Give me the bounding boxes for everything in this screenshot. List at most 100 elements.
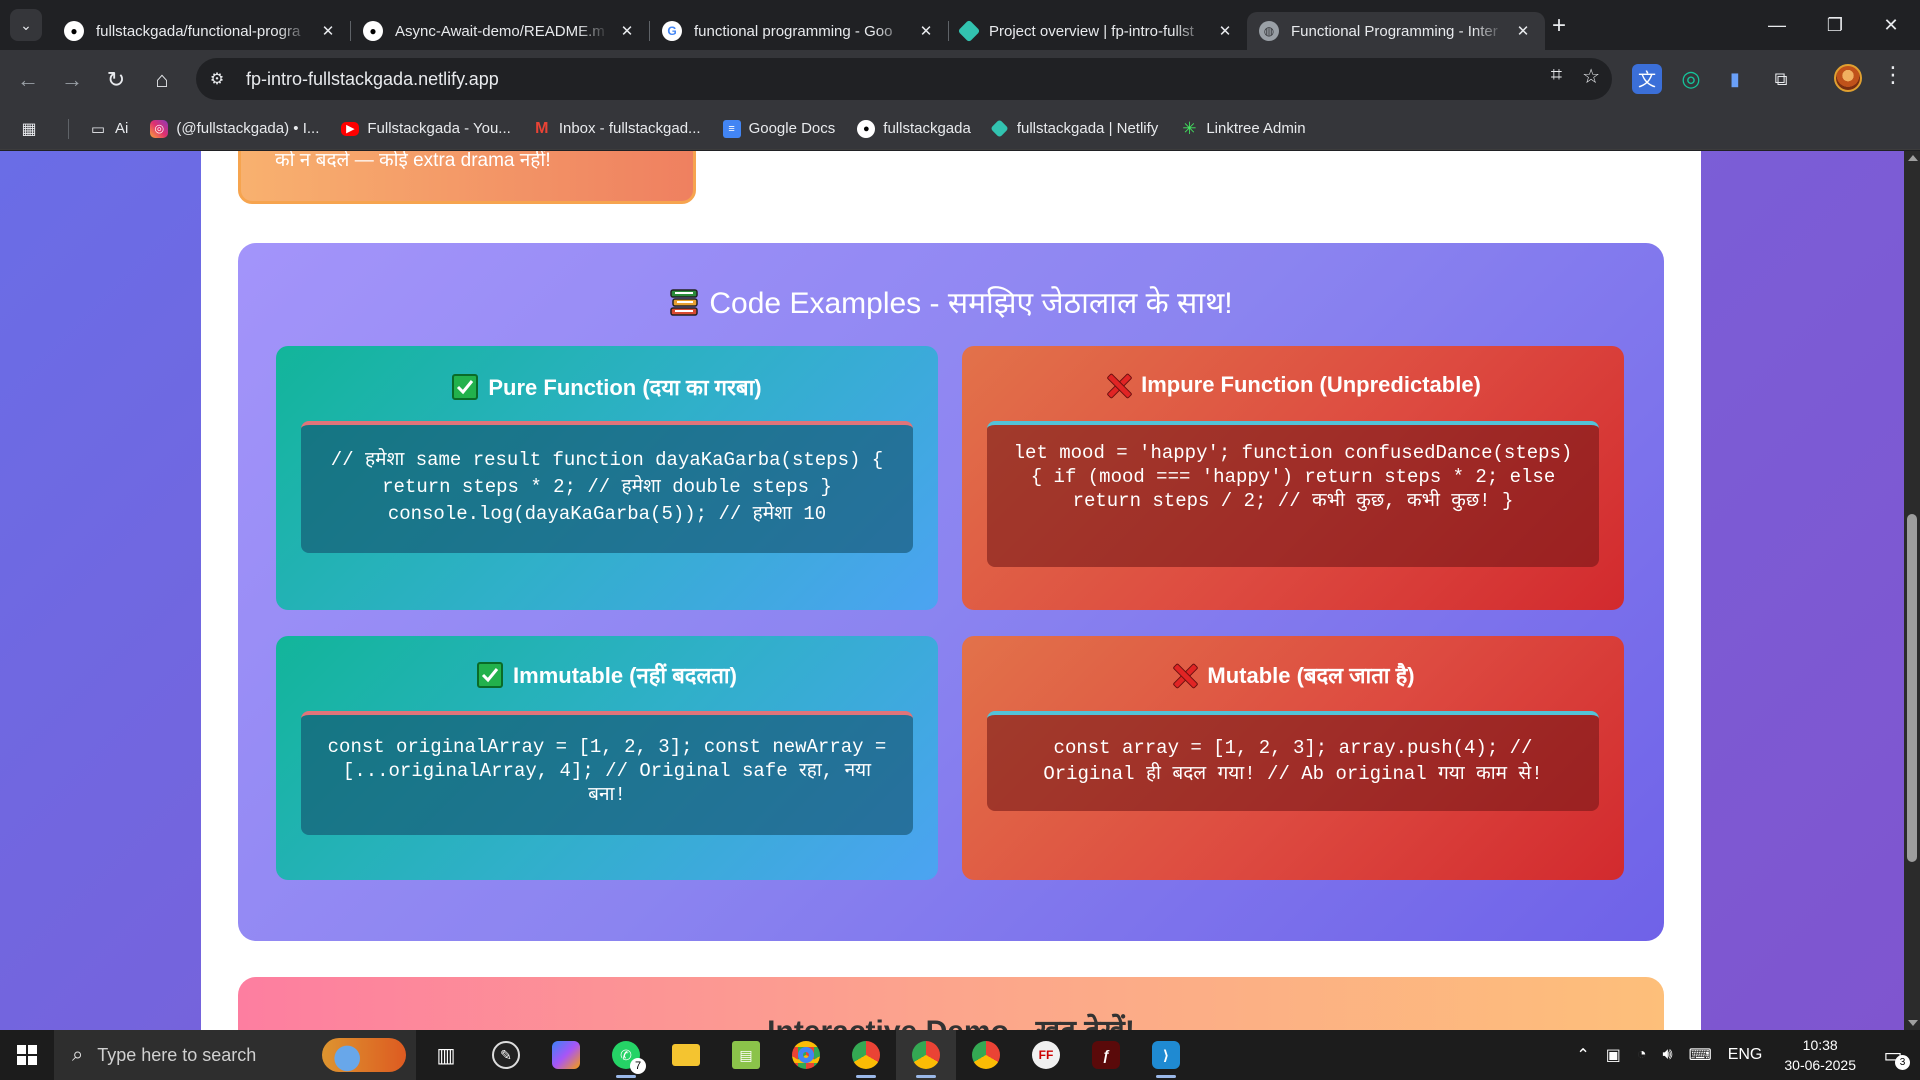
network-icon[interactable]: ◔: [1637, 1046, 1647, 1064]
tab-search-button[interactable]: ⌄: [10, 9, 42, 41]
bookmark-linktree[interactable]: ✳ Linktree Admin: [1180, 119, 1305, 138]
scroll-thumb[interactable]: [1907, 514, 1917, 862]
taskbar-app-flash[interactable]: ƒ: [1076, 1030, 1136, 1080]
tab-title: functional programming - Goo: [694, 22, 893, 40]
system-tray: ⌃ ▣ ◔ 🔊︎ ⌨ ENG 10:38 30-06-2025 ▭ 3: [1568, 1030, 1920, 1080]
taskbar-app-whatsapp[interactable]: ✆ 7: [596, 1030, 656, 1080]
card-title: Immutable (नहीं बदलता): [276, 660, 938, 690]
extensions-puzzle-icon[interactable]: ⧉: [1766, 64, 1796, 94]
tab-async-await-readme[interactable]: ● Async-Await-demo/README.m ✕: [351, 12, 649, 50]
back-button[interactable]: ←: [12, 64, 44, 96]
check-mark-icon: [477, 662, 504, 688]
ffdec-icon: FF: [1032, 1041, 1060, 1069]
close-icon[interactable]: ✕: [318, 22, 338, 40]
page-scrollbar[interactable]: [1904, 151, 1920, 1030]
bookmark-ai-folder[interactable]: ▭ Ai: [89, 120, 128, 138]
bookmark-label: Ai: [115, 120, 129, 137]
search-highlight-graphic: [322, 1038, 406, 1072]
site-info-icon[interactable]: ⚙: [200, 62, 234, 96]
taskbar-app-file-explorer[interactable]: [656, 1030, 716, 1080]
tab-google-search[interactable]: G functional programming - Goo ✕: [650, 12, 948, 50]
tab-netlify-project[interactable]: Project overview | fp-intro-fullst ✕: [949, 12, 1247, 50]
docs-extension-icon[interactable]: ▮: [1720, 64, 1750, 94]
bookmark-star-icon[interactable]: ☆: [1582, 64, 1600, 89]
scroll-up-arrow-icon[interactable]: [1908, 155, 1918, 161]
bookmark-youtube[interactable]: ▶ Fullstackgada - You...: [341, 120, 511, 137]
apps-grid-icon: ▦: [21, 120, 37, 138]
copilot-icon: [552, 1041, 580, 1069]
card-title: Impure Function (Unpredictable): [962, 372, 1624, 398]
window-close-button[interactable]: ✕: [1862, 0, 1920, 50]
home-icon: ⌂: [155, 67, 169, 92]
bookmark-netlify[interactable]: fullstackgada | Netlify: [990, 119, 1158, 138]
url-text[interactable]: fp-intro-fullstackgada.netlify.app: [246, 69, 499, 90]
page-viewport: को न बदले — कोई extra drama नहीं! Code E…: [0, 151, 1904, 1030]
scroll-down-arrow-icon[interactable]: [1908, 1020, 1918, 1026]
taskbar-app-pen[interactable]: ✎: [476, 1030, 536, 1080]
taskbar-app-chrome-profile-2[interactable]: [836, 1030, 896, 1080]
vscode-icon: ⟩: [1152, 1041, 1180, 1069]
grammarly-extension-icon[interactable]: ◎: [1676, 64, 1706, 94]
language-indicator[interactable]: ENG: [1728, 1046, 1763, 1064]
tab-functional-programming-repo[interactable]: ● fullstackgada/functional-progra ✕: [52, 12, 350, 50]
minimize-icon: —: [1768, 14, 1786, 35]
bookmark-gmail[interactable]: M Inbox - fullstackgad...: [533, 120, 700, 138]
pen-app-icon: ✎: [492, 1041, 520, 1069]
taskbar-app-chrome-active[interactable]: [896, 1030, 956, 1080]
code-block: const originalArray = [1, 2, 3]; const n…: [301, 711, 913, 835]
restore-button[interactable]: ❐: [1806, 0, 1864, 50]
volume-icon[interactable]: 🔊︎: [1663, 1046, 1673, 1064]
taskbar-app-ffdec[interactable]: FF: [1016, 1030, 1076, 1080]
tab-title: Functional Programming - Inter: [1291, 22, 1498, 40]
tab-title: fullstackgada/functional-progra: [96, 22, 301, 40]
search-placeholder: Type here to search: [97, 1044, 257, 1065]
chevron-down-icon: ⌄: [20, 16, 32, 33]
taskbar-search-box[interactable]: ⌕ Type here to search: [54, 1030, 416, 1080]
tab-functional-programming-active[interactable]: ◍ Functional Programming - Inter ✕: [1247, 12, 1545, 50]
bookmark-google-docs[interactable]: ≡ Google Docs: [722, 119, 836, 138]
start-button[interactable]: [0, 1030, 54, 1080]
reload-button[interactable]: ↻: [100, 64, 132, 96]
task-view-button[interactable]: ▥: [416, 1030, 476, 1080]
profile-avatar[interactable]: [1834, 64, 1862, 92]
bookmark-label: (@fullstackgada) • I...: [176, 120, 320, 137]
restore-icon: ❐: [1826, 14, 1844, 35]
close-icon[interactable]: ✕: [617, 22, 637, 40]
taskbar-app-chrome-profile-3[interactable]: [956, 1030, 1016, 1080]
meet-now-icon[interactable]: ▣: [1606, 1045, 1621, 1065]
close-icon[interactable]: ✕: [916, 22, 936, 40]
code-block: // हमेशा same result function dayaKaGarb…: [301, 421, 913, 553]
code-block: const array = [1, 2, 3]; array.push(4); …: [987, 711, 1599, 811]
taskbar-app-vscode[interactable]: ⟩: [1136, 1030, 1196, 1080]
netlify-icon: [957, 19, 981, 43]
bookmark-instagram[interactable]: ◎ (@fullstackgada) • I...: [150, 119, 320, 138]
home-button[interactable]: ⌂: [146, 64, 178, 96]
new-tab-button[interactable]: +: [1544, 12, 1574, 40]
clock[interactable]: 10:38 30-06-2025: [1784, 1035, 1856, 1075]
taskbar-app-chrome[interactable]: [776, 1030, 836, 1080]
browser-menu-icon[interactable]: ⋮: [1882, 62, 1904, 88]
google-translate-extension-icon[interactable]: 文: [1632, 64, 1662, 94]
show-hidden-icons-chevron-icon[interactable]: ⌃: [1576, 1045, 1589, 1065]
apps-button[interactable]: ▦: [20, 120, 46, 138]
bookmark-github[interactable]: ● fullstackgada: [857, 119, 971, 138]
tab-title: Async-Await-demo/README.m: [395, 22, 605, 40]
minimize-button[interactable]: —: [1748, 0, 1806, 50]
input-method-icon[interactable]: ⌨: [1689, 1045, 1712, 1065]
browser-toolbar: ← → ↻ ⌂ ⚙ fp-intro-fullstackgada.netlify…: [0, 50, 1920, 108]
address-bar-actions: ⌗ ☆: [1551, 64, 1600, 89]
forward-button[interactable]: →: [56, 64, 88, 96]
interactive-demo-section: Interactive Demo - खुद देखें!: [238, 977, 1664, 1030]
taskbar-app-notepad[interactable]: ▤: [716, 1030, 776, 1080]
card-title-text: Impure Function (Unpredictable): [1141, 372, 1481, 397]
card-title-text: Immutable (नहीं बदलता): [513, 663, 737, 688]
address-bar[interactable]: ⚙ fp-intro-fullstackgada.netlify.app ⌗ ☆: [196, 58, 1612, 100]
bookmark-label: Google Docs: [748, 120, 836, 137]
taskbar-app-copilot[interactable]: [536, 1030, 596, 1080]
code-block: let mood = 'happy'; function confusedDan…: [987, 421, 1599, 567]
notification-center-button[interactable]: ▭ 3: [1876, 1038, 1910, 1072]
translate-icon[interactable]: ⌗: [1551, 64, 1562, 89]
close-icon[interactable]: ✕: [1215, 22, 1235, 40]
close-icon[interactable]: ✕: [1513, 22, 1533, 40]
books-icon: [670, 289, 699, 316]
